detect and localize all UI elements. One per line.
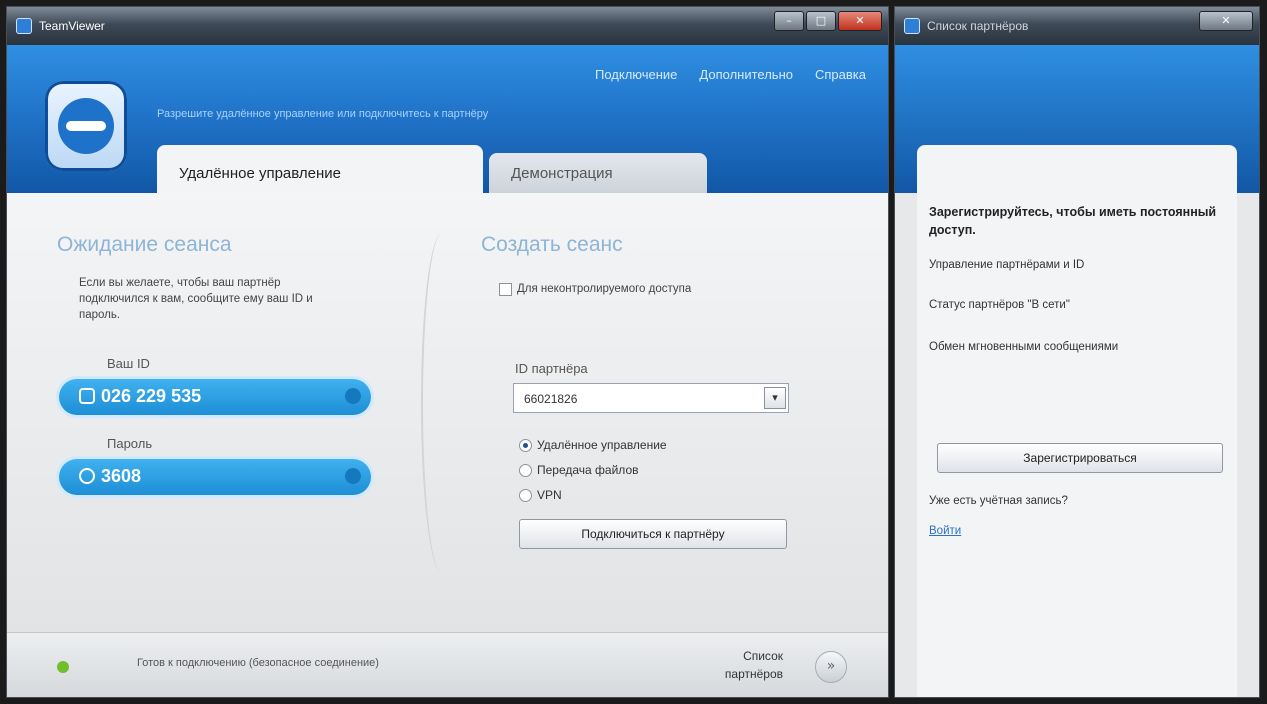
teamviewer-logo-icon bbox=[45, 81, 127, 171]
nav-connection[interactable]: Подключение bbox=[595, 67, 677, 82]
radio-vpn[interactable] bbox=[519, 489, 532, 502]
create-session-title: Создать сеанс bbox=[481, 233, 623, 256]
partners-window-controls: ✕ bbox=[1199, 11, 1253, 31]
partners-heading: Зарегистрируйтесь, чтобы иметь постоянны… bbox=[929, 205, 1217, 237]
nav-extras[interactable]: Дополнительно bbox=[699, 67, 793, 82]
partner-id-label: ID партнёра bbox=[515, 361, 588, 376]
divider bbox=[421, 233, 463, 573]
header: Подключение Дополнительно Справка Разреш… bbox=[7, 45, 888, 193]
chevron-down-icon[interactable]: ▾ bbox=[764, 387, 786, 409]
top-nav: Подключение Дополнительно Справка bbox=[595, 67, 866, 82]
partners-feature-1: Управление партнёрами и ID bbox=[929, 259, 1085, 271]
connect-to-partner-button[interactable]: Подключиться к партнёру bbox=[519, 519, 787, 549]
partners-app-icon bbox=[904, 18, 920, 34]
partners-toggle-icon[interactable]: » bbox=[815, 651, 847, 683]
main-window: TeamViewer – □ ✕ Подключение Дополнитель… bbox=[6, 6, 889, 698]
tab-remote-control[interactable]: Удалённое управление bbox=[157, 145, 483, 193]
password-value: 3608 bbox=[101, 466, 142, 486]
password-label: Пароль bbox=[107, 436, 153, 451]
wait-session-description: Если вы желаете, чтобы ваш партнёр подкл… bbox=[79, 277, 313, 321]
partners-feature-3: Обмен мгновенными сообщениями bbox=[929, 341, 1119, 353]
tagline: Разрешите удалённое управление или подкл… bbox=[157, 108, 489, 120]
wait-session-title: Ожидание сеанса bbox=[57, 233, 232, 256]
partner-id-input[interactable]: 66021826 ▾ bbox=[513, 383, 789, 413]
window-controls: – □ ✕ bbox=[774, 11, 882, 31]
your-id-field[interactable]: 026 229 535 bbox=[59, 379, 371, 415]
radio-file-transfer[interactable] bbox=[519, 464, 532, 477]
window-title: TeamViewer bbox=[39, 19, 105, 33]
partners-window-title: Список партнёров bbox=[927, 19, 1029, 33]
radio-vpn-label: VPN bbox=[537, 488, 562, 502]
password-field[interactable]: 3608 bbox=[59, 459, 371, 495]
refresh-icon bbox=[79, 468, 95, 484]
your-id-value: 026 229 535 bbox=[101, 386, 202, 406]
partners-window: Список партнёров ✕ Зарегистрируйтесь, чт… bbox=[894, 6, 1260, 698]
maximize-button[interactable]: □ bbox=[806, 11, 836, 31]
content-panel: Ожидание сеанса Если вы желаете, чтобы в… bbox=[7, 193, 888, 633]
minimize-button[interactable]: – bbox=[774, 11, 804, 31]
partners-close-button[interactable]: ✕ bbox=[1199, 11, 1253, 31]
unattended-checkbox-label: Для неконтролируемого доступа bbox=[517, 283, 692, 295]
radio-file-transfer-label: Передача файлов bbox=[537, 463, 639, 477]
id-icon bbox=[79, 388, 95, 404]
signup-button[interactable]: Зарегистрироваться bbox=[937, 443, 1223, 473]
your-id-label: Ваш ID bbox=[107, 356, 150, 371]
id-menu-icon[interactable] bbox=[345, 388, 361, 404]
radio-remote-control[interactable] bbox=[519, 439, 532, 452]
close-button[interactable]: ✕ bbox=[838, 11, 882, 31]
status-text: Готов к подключению (безопасное соединен… bbox=[137, 657, 379, 669]
title-bar: TeamViewer – □ ✕ bbox=[7, 7, 888, 45]
partners-title-bar: Список партнёров ✕ bbox=[895, 7, 1259, 45]
have-account-text: Уже есть учётная запись? bbox=[929, 495, 1068, 507]
partners-feature-2: Статус партнёров "В сети" bbox=[929, 299, 1070, 311]
tab-presentation[interactable]: Демонстрация bbox=[489, 153, 707, 193]
radio-remote-control-label: Удалённое управление bbox=[537, 438, 667, 452]
partners-list-label[interactable]: Список партнёров bbox=[683, 647, 783, 683]
status-bar: Готов к подключению (безопасное соединен… bbox=[7, 632, 888, 697]
nav-help[interactable]: Справка bbox=[815, 67, 866, 82]
unattended-checkbox[interactable] bbox=[499, 283, 512, 296]
app-icon bbox=[16, 18, 32, 34]
status-indicator-icon bbox=[57, 661, 69, 673]
signin-link[interactable]: Войти bbox=[929, 525, 961, 537]
password-menu-icon[interactable] bbox=[345, 468, 361, 484]
partner-id-value: 66021826 bbox=[524, 392, 578, 406]
